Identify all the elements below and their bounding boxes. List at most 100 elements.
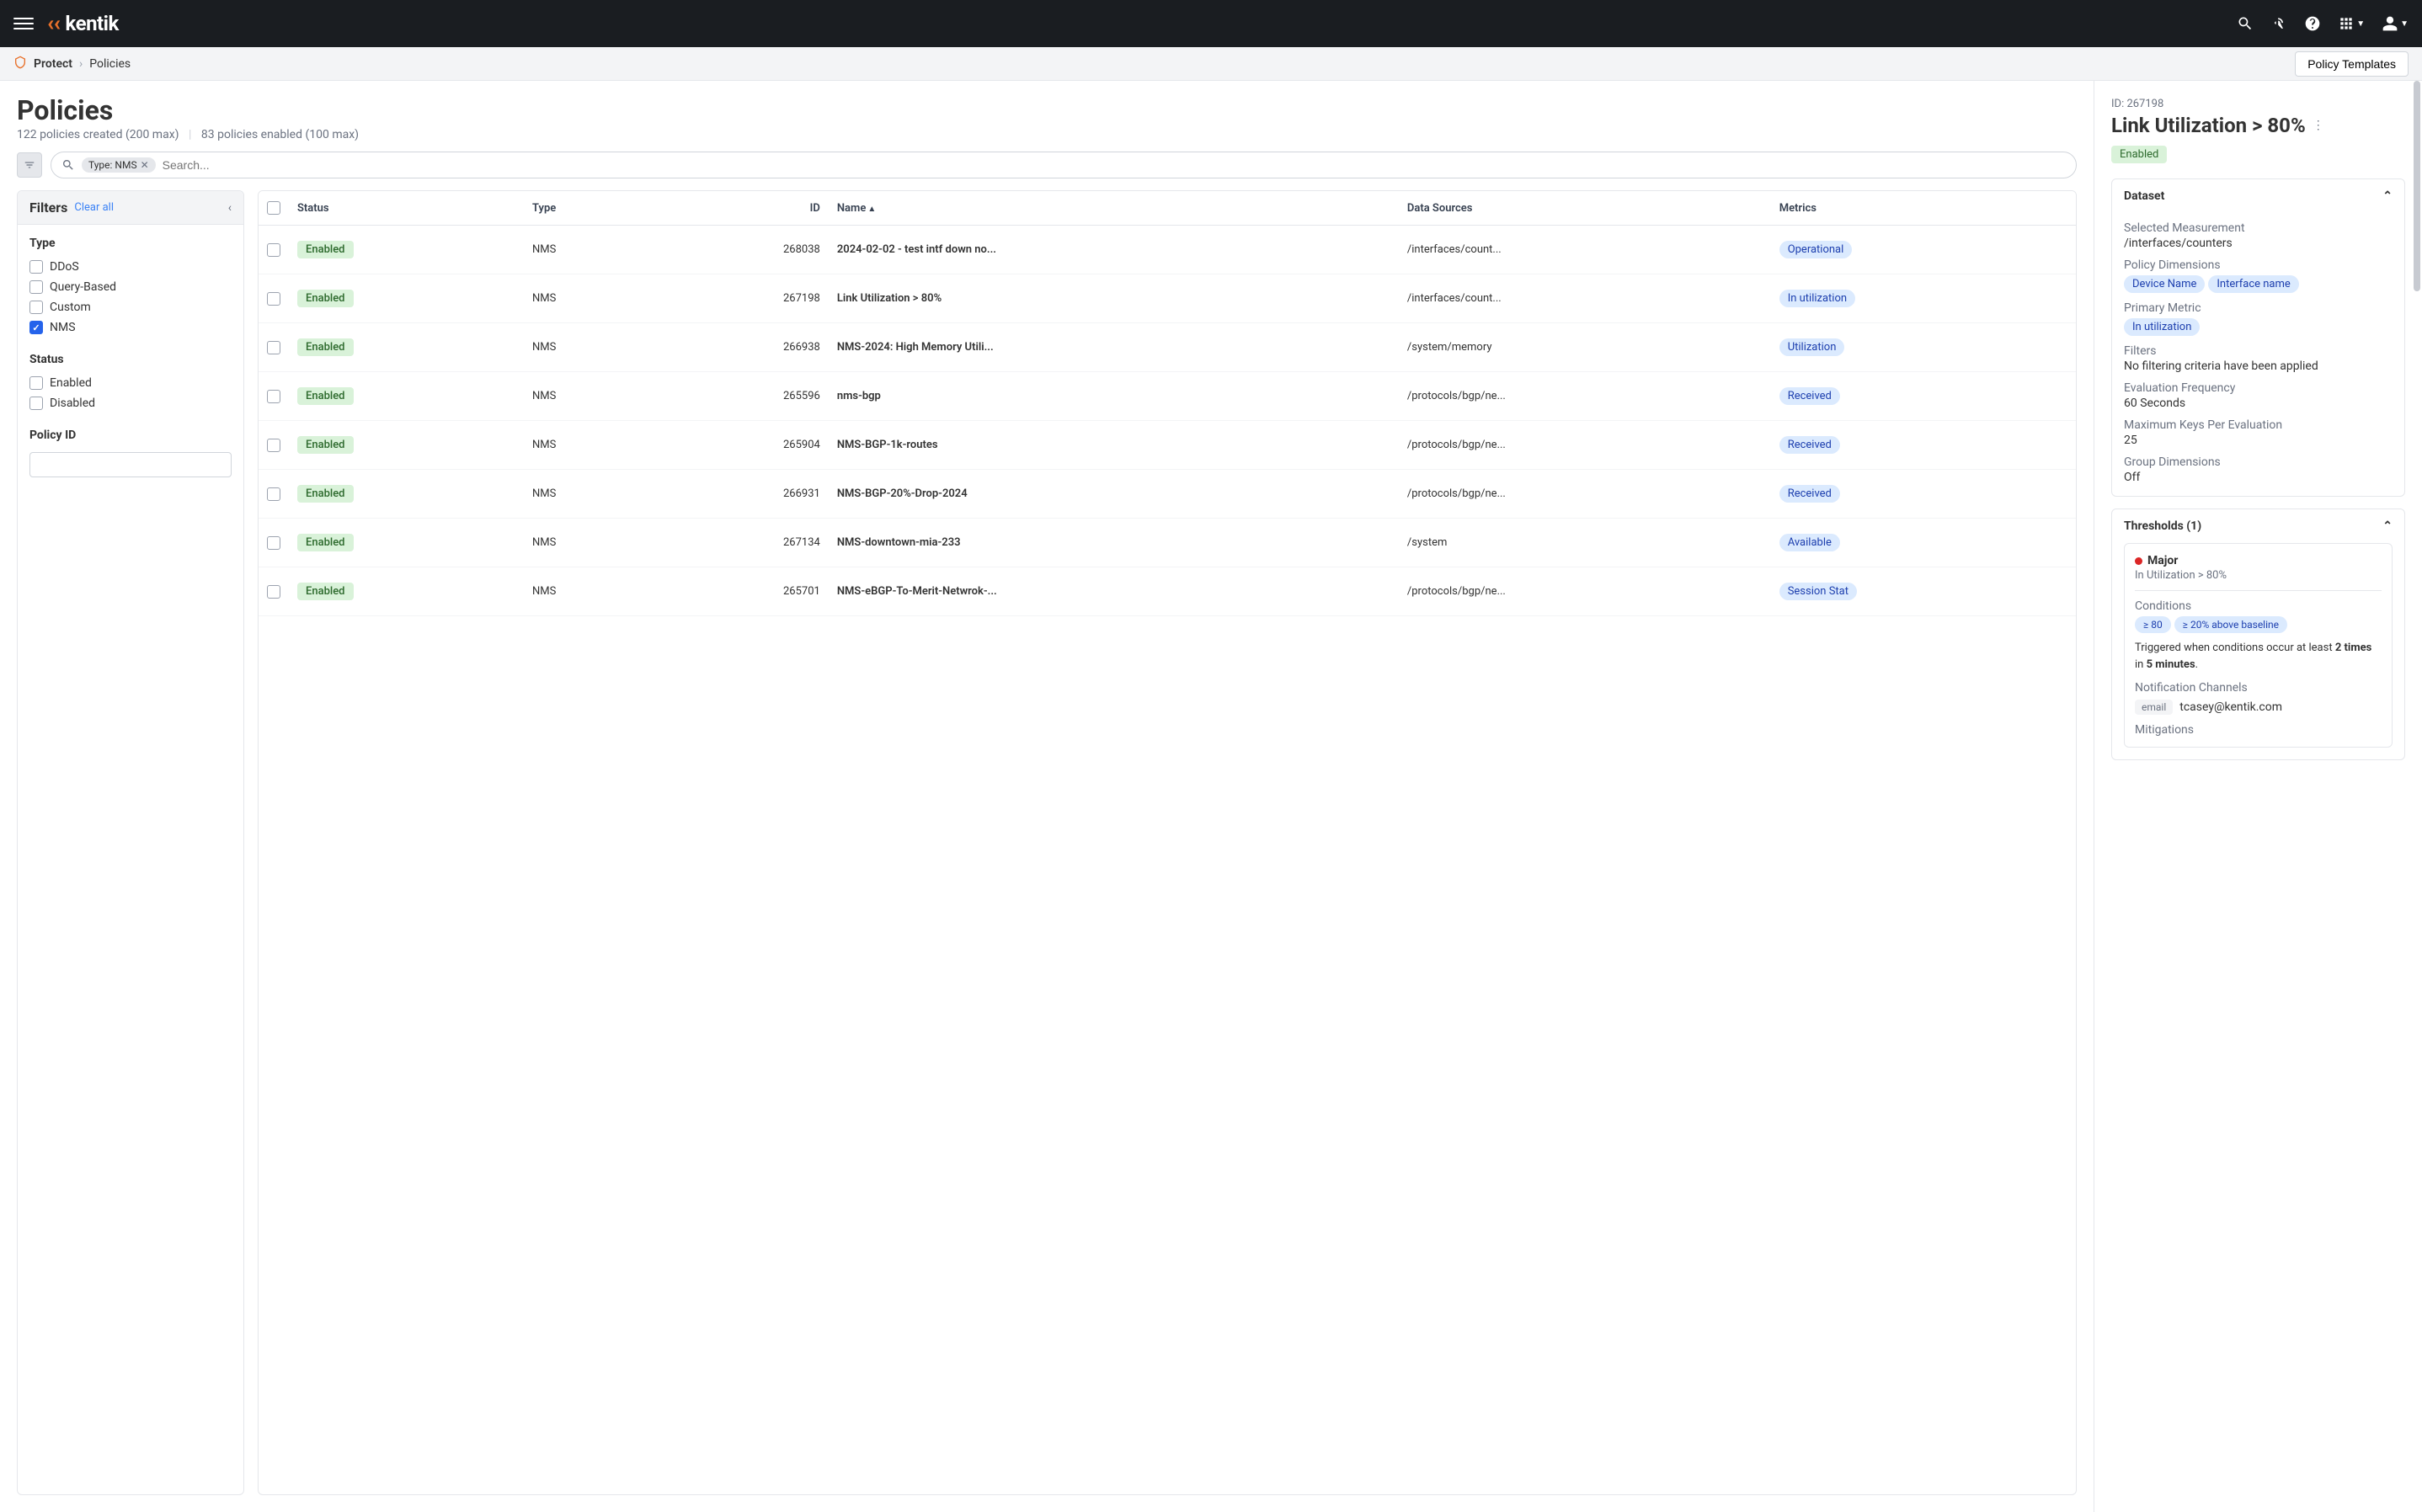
filter-toggle-button[interactable] bbox=[17, 152, 42, 178]
breadcrumb-sep: › bbox=[79, 57, 83, 71]
table-row[interactable]: Enabled NMS 267134 NMS-downtown-mia-233 … bbox=[259, 519, 2076, 567]
scrollbar-thumb[interactable] bbox=[2414, 81, 2420, 291]
filter-group-policy-id: Policy ID bbox=[29, 429, 232, 442]
search-box[interactable]: Type: NMS ✕ bbox=[51, 152, 2077, 178]
status-badge: Enabled bbox=[297, 436, 354, 454]
search-filter-tag[interactable]: Type: NMS ✕ bbox=[82, 157, 156, 173]
row-name[interactable]: NMS-BGP-20%-Drop-2024 bbox=[829, 470, 1399, 519]
table-row[interactable]: Enabled NMS 265904 NMS-BGP-1k-routes /pr… bbox=[259, 421, 2076, 470]
row-name[interactable]: NMS-eBGP-To-Merit-Netwrok-... bbox=[829, 567, 1399, 616]
checkbox[interactable] bbox=[29, 280, 43, 294]
filter-check-disabled[interactable]: Disabled bbox=[29, 393, 232, 413]
policies-created-count: 122 policies created (200 max) bbox=[17, 128, 179, 141]
breadcrumb-root[interactable]: Protect bbox=[34, 57, 72, 71]
detail-status-badge: Enabled bbox=[2111, 146, 2167, 163]
filter-check-query-based[interactable]: Query-Based bbox=[29, 277, 232, 297]
select-all-checkbox[interactable] bbox=[267, 201, 280, 215]
dimension-tag: Interface name bbox=[2208, 275, 2298, 293]
trigger-text: Triggered when conditions occur at least… bbox=[2135, 640, 2382, 673]
breadcrumb: Protect › Policies bbox=[13, 56, 131, 72]
row-data-source: /protocols/bgp/ne... bbox=[1399, 372, 1771, 421]
row-data-source: /system bbox=[1399, 519, 1771, 567]
col-metrics[interactable]: Metrics bbox=[1771, 191, 2076, 226]
detail-id: ID: 267198 bbox=[2111, 98, 2405, 110]
metric-pill: Operational bbox=[1779, 241, 1853, 258]
brand-logo[interactable]: ‹‹ kentik bbox=[47, 11, 119, 36]
row-data-source: /interfaces/count... bbox=[1399, 226, 1771, 274]
policy-id-input[interactable] bbox=[29, 452, 232, 477]
detail-title: Link Utilization > 80% bbox=[2111, 114, 2306, 137]
apps-icon[interactable]: ▼ bbox=[2338, 15, 2365, 32]
filters-value: No filtering criteria have been applied bbox=[2124, 359, 2393, 373]
row-name[interactable]: NMS-BGP-1k-routes bbox=[829, 421, 1399, 470]
page-header: Policies 122 policies created (200 max) … bbox=[0, 81, 2094, 152]
checkbox[interactable] bbox=[29, 321, 43, 334]
megaphone-icon[interactable] bbox=[2270, 15, 2287, 32]
row-checkbox[interactable] bbox=[267, 243, 280, 257]
brand-text: kentik bbox=[66, 12, 119, 35]
policies-enabled-count: 83 policies enabled (100 max) bbox=[201, 128, 359, 141]
more-icon[interactable]: ⋮ bbox=[2313, 119, 2324, 132]
checkbox[interactable] bbox=[29, 397, 43, 410]
row-type: NMS bbox=[524, 323, 655, 372]
close-icon[interactable]: ✕ bbox=[141, 159, 149, 171]
status-badge: Enabled bbox=[297, 387, 354, 405]
row-checkbox[interactable] bbox=[267, 585, 280, 599]
search-input[interactable] bbox=[163, 158, 2066, 172]
row-checkbox[interactable] bbox=[267, 341, 280, 354]
filter-check-ddos[interactable]: DDoS bbox=[29, 257, 232, 277]
metric-pill: In utilization bbox=[1779, 290, 1855, 307]
help-icon[interactable] bbox=[2304, 15, 2321, 32]
table-row[interactable]: Enabled NMS 267198 Link Utilization > 80… bbox=[259, 274, 2076, 323]
row-data-source: /interfaces/count... bbox=[1399, 274, 1771, 323]
policy-templates-button[interactable]: Policy Templates bbox=[2295, 51, 2409, 77]
row-checkbox[interactable] bbox=[267, 292, 280, 306]
table-row[interactable]: Enabled NMS 265596 nms-bgp /protocols/bg… bbox=[259, 372, 2076, 421]
table-row[interactable]: Enabled NMS 265701 NMS-eBGP-To-Merit-Net… bbox=[259, 567, 2076, 616]
threshold-card: Major In Utilization > 80% Conditions ≥ … bbox=[2124, 543, 2393, 748]
checkbox[interactable] bbox=[29, 376, 43, 390]
col-status[interactable]: Status bbox=[289, 191, 524, 226]
filter-check-nms[interactable]: NMS bbox=[29, 317, 232, 338]
table-row[interactable]: Enabled NMS 266938 NMS-2024: High Memory… bbox=[259, 323, 2076, 372]
row-checkbox[interactable] bbox=[267, 390, 280, 403]
filter-group-status: Status bbox=[29, 353, 232, 366]
row-data-source: /system/memory bbox=[1399, 323, 1771, 372]
checkbox[interactable] bbox=[29, 260, 43, 274]
menu-icon[interactable] bbox=[13, 13, 34, 34]
row-checkbox[interactable] bbox=[267, 487, 280, 501]
col-type[interactable]: Type bbox=[524, 191, 655, 226]
thresholds-header[interactable]: Thresholds (1) ⌃ bbox=[2112, 509, 2404, 543]
row-name[interactable]: Link Utilization > 80% bbox=[829, 274, 1399, 323]
row-name[interactable]: NMS-downtown-mia-233 bbox=[829, 519, 1399, 567]
col-id[interactable]: ID bbox=[655, 191, 829, 226]
row-id: 266938 bbox=[655, 323, 829, 372]
row-name[interactable]: nms-bgp bbox=[829, 372, 1399, 421]
group-dims-value: Off bbox=[2124, 471, 2393, 484]
col-data-sources[interactable]: Data Sources bbox=[1399, 191, 1771, 226]
checkbox[interactable] bbox=[29, 301, 43, 314]
shield-icon bbox=[13, 56, 27, 72]
filter-label: NMS bbox=[50, 321, 76, 334]
row-data-source: /protocols/bgp/ne... bbox=[1399, 470, 1771, 519]
col-name[interactable]: Name▲ bbox=[829, 191, 1399, 226]
filter-check-enabled[interactable]: Enabled bbox=[29, 373, 232, 393]
row-id: 268038 bbox=[655, 226, 829, 274]
page-subtitle: 122 policies created (200 max) | 83 poli… bbox=[17, 128, 2077, 141]
row-name[interactable]: NMS-2024: High Memory Utili... bbox=[829, 323, 1399, 372]
eval-freq-label: Evaluation Frequency bbox=[2124, 381, 2393, 395]
table-row[interactable]: Enabled NMS 268038 2024-02-02 - test int… bbox=[259, 226, 2076, 274]
table-row[interactable]: Enabled NMS 266931 NMS-BGP-20%-Drop-2024… bbox=[259, 470, 2076, 519]
filter-check-custom[interactable]: Custom bbox=[29, 297, 232, 317]
collapse-icon[interactable]: ‹ bbox=[228, 201, 232, 215]
row-checkbox[interactable] bbox=[267, 536, 280, 550]
dataset-header[interactable]: Dataset ⌃ bbox=[2112, 179, 2404, 213]
row-checkbox[interactable] bbox=[267, 439, 280, 452]
search-icon[interactable] bbox=[2237, 15, 2254, 32]
metric-pill: Available bbox=[1779, 534, 1840, 551]
search-tag-label: Type: NMS bbox=[88, 159, 137, 171]
dataset-section: Dataset ⌃ Selected Measurement /interfac… bbox=[2111, 178, 2405, 497]
row-name[interactable]: 2024-02-02 - test intf down no... bbox=[829, 226, 1399, 274]
user-icon[interactable]: ▼ bbox=[2382, 15, 2409, 32]
clear-all-link[interactable]: Clear all bbox=[74, 201, 114, 214]
